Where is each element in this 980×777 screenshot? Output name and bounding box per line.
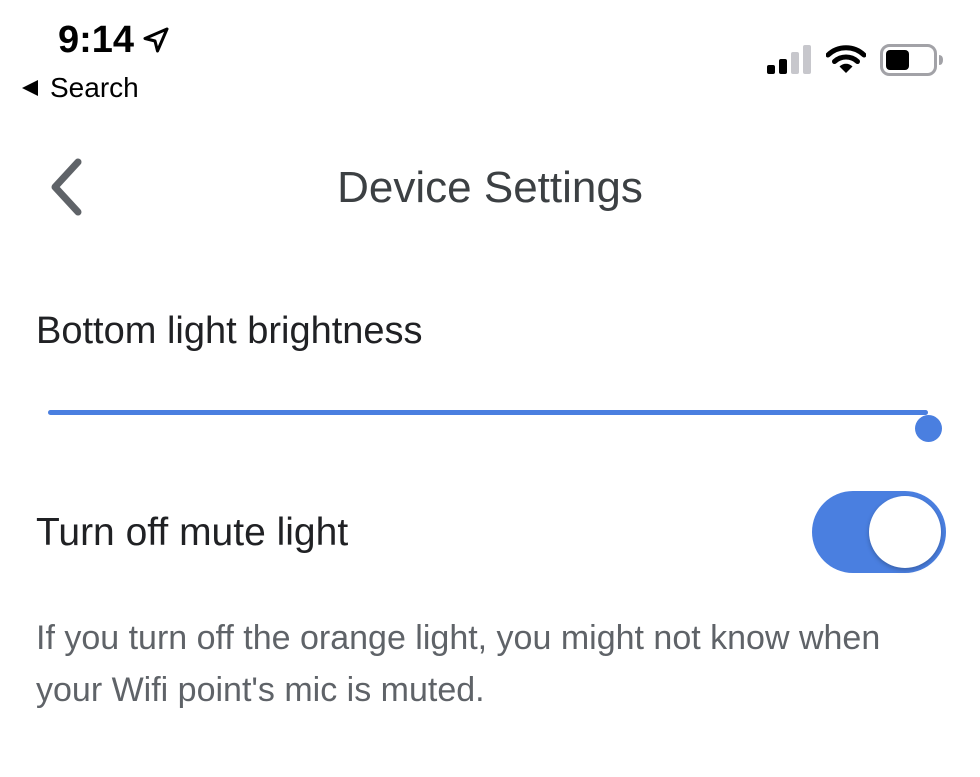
mute-light-label: Turn off mute light [36,511,349,554]
status-time: 9:14 [58,16,170,64]
page-title: Device Settings [337,163,643,212]
back-to-app-link[interactable]: Search [20,70,139,106]
toggle-knob [869,496,941,568]
brightness-label: Bottom light brightness [36,310,423,352]
brightness-slider[interactable] [48,394,942,442]
slider-track [48,410,942,442]
slider-thumb[interactable] [915,415,942,442]
cellular-signal-icon [766,45,812,75]
mute-light-description: If you turn off the orange light, you mi… [36,619,881,709]
mute-light-toggle[interactable] [812,491,946,573]
wifi-icon [826,45,866,75]
back-triangle-icon [20,78,40,98]
location-arrow-icon [142,26,170,54]
slider-fill [48,410,928,415]
back-to-app-label: Search [50,72,139,103]
battery-icon [880,44,944,76]
status-time-text: 9:14 [58,18,135,61]
status-icons [766,40,944,80]
